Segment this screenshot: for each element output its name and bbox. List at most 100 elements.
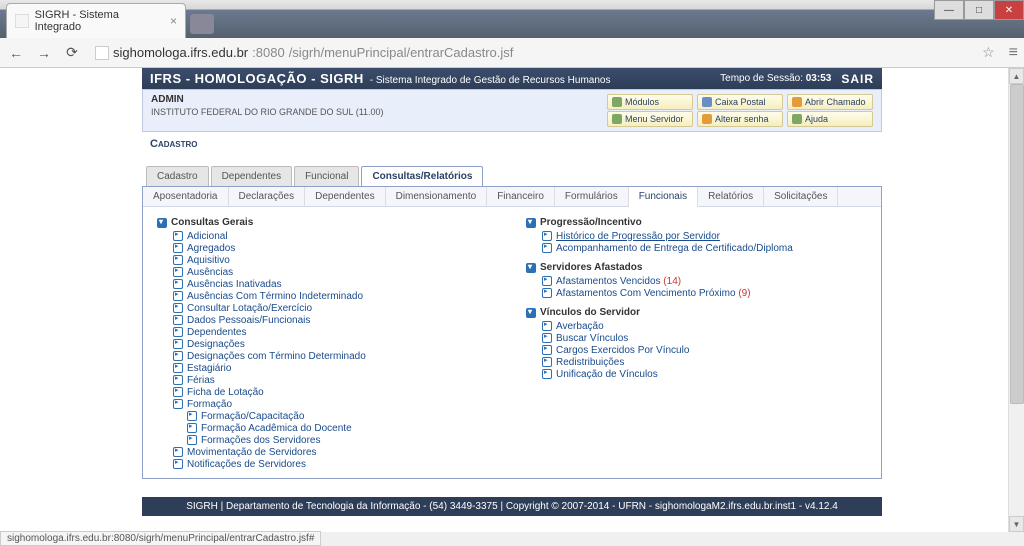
stab-declaracoes[interactable]: Declarações [229,187,306,206]
url-path: /sigrh/menuPrincipal/entrarCadastro.jsf [289,45,514,60]
stab-aposentadoria[interactable]: Aposentadoria [143,187,229,206]
stab-dimensionamento[interactable]: Dimensionamento [386,187,488,206]
tab-consultas-relatorios[interactable]: Consultas/Relatórios [361,166,483,186]
back-icon[interactable]: ← [6,43,26,63]
link-item[interactable]: Buscar Vínculos [556,333,628,344]
ql-modulos[interactable]: Módulos [607,94,693,110]
user-name: ADMIN [151,94,184,105]
app-subtitle: - Sistema Integrado de Gestão de Recurso… [370,75,611,86]
window-minimize[interactable]: — [934,0,964,20]
link-item[interactable]: Ausências [187,267,233,278]
ql-ajuda[interactable]: Ajuda [787,111,873,127]
link-item[interactable]: Acompanhamento de Entrega de Certificado… [556,243,793,254]
item-icon [173,327,183,337]
user-org: INSTITUTO FEDERAL DO RIO GRANDE DO SUL (… [151,107,384,117]
count-badge: (14) [663,276,681,287]
item-icon [542,345,552,355]
reload-icon[interactable]: ⟳ [62,43,82,63]
tab-dependentes[interactable]: Dependentes [211,166,293,186]
link-item[interactable]: Dados Pessoais/Funcionais [187,315,310,326]
expand-icon [526,263,536,273]
link-item[interactable]: Ausências Com Término Indeterminado [187,291,363,302]
stab-relatorios[interactable]: Relatórios [698,187,764,206]
stab-financeiro[interactable]: Financeiro [487,187,555,206]
section-vinculos: Vínculos do Servidor [526,307,867,318]
menu-icon[interactable]: ≡ [1009,44,1018,62]
link-item[interactable]: Redistribuições [556,357,624,368]
close-icon[interactable]: × [170,14,177,28]
app-title: IFRS - HOMOLOGAÇÃO - SIGRH [150,71,364,86]
window-close[interactable]: ✕ [994,0,1024,20]
link-item[interactable]: Designações [187,339,245,350]
link-item[interactable]: Cargos Exercidos Por Vínculo [556,345,689,356]
link-item[interactable]: Formação/Capacitação [201,411,304,422]
link-item[interactable]: Formações dos Servidores [201,435,321,446]
link-afastamentos-proximo[interactable]: Afastamentos Com Vencimento Próximo (9) [556,288,751,299]
link-formacao[interactable]: Formação [187,399,232,410]
item-icon [173,267,183,277]
item-icon [173,255,183,265]
scroll-down-icon[interactable]: ▼ [1009,516,1024,532]
tab-funcional[interactable]: Funcional [294,166,359,186]
link-item[interactable]: Aquisitivo [187,255,230,266]
logout-button[interactable]: SAIR [841,72,874,86]
link-item[interactable]: Formação Acadêmica do Docente [201,423,352,434]
favicon-icon [15,14,29,28]
link-item[interactable]: Adicional [187,231,228,242]
link-item[interactable]: Designações com Término Determinado [187,351,366,362]
stab-funcionais[interactable]: Funcionais [629,187,698,207]
scrollbar[interactable]: ▲ ▼ [1008,68,1024,532]
ql-menu-servidor[interactable]: Menu Servidor [607,111,693,127]
right-column: Progressão/Incentivo Histórico de Progre… [526,215,867,470]
forward-icon[interactable]: → [34,43,54,63]
item-icon [542,243,552,253]
quick-links: Módulos Caixa Postal Abrir Chamado Menu … [607,94,873,127]
link-item[interactable]: Consultar Lotação/Exercício [187,303,312,314]
stab-formularios[interactable]: Formulários [555,187,629,206]
link-item[interactable]: Ficha de Lotação [187,387,264,398]
session-label: Tempo de Sessão: [720,73,803,84]
scroll-up-icon[interactable]: ▲ [1009,68,1024,84]
link-item[interactable]: Unificação de Vínculos [556,369,658,380]
link-item[interactable]: Dependentes [187,327,247,338]
link-item[interactable]: Averbação [556,321,604,332]
server-icon [612,114,622,124]
user-info-row: ADMIN INSTITUTO FEDERAL DO RIO GRANDE DO… [142,89,882,132]
link-movimentacao[interactable]: Movimentação de Servidores [187,447,317,458]
expand-icon [526,218,536,228]
section-afastados: Servidores Afastados [526,262,867,273]
link-afastamentos-vencidos[interactable]: Afastamentos Vencidos (14) [556,276,681,287]
link-item[interactable]: Agregados [187,243,235,254]
subtabs: Aposentadoria Declarações Dependentes Di… [143,187,881,207]
item-icon [187,411,197,421]
stab-dependentes[interactable]: Dependentes [305,187,386,206]
link-notificacoes[interactable]: Notificações de Servidores [187,459,306,470]
stab-solicitacoes[interactable]: Solicitações [764,187,838,206]
section-progressao: Progressão/Incentivo [526,217,867,228]
item-icon [542,321,552,331]
count-badge: (9) [738,288,750,299]
left-column: Consultas Gerais AdicionalAgregadosAquis… [157,215,498,470]
tab-cadastro[interactable]: Cadastro [146,166,209,186]
bookmark-icon[interactable]: ☆ [982,44,995,61]
ql-caixa-postal[interactable]: Caixa Postal [697,94,783,110]
link-item[interactable]: Estagiário [187,363,231,374]
main-tabs: Cadastro Dependentes Funcional Consultas… [142,166,882,186]
link-item[interactable]: Férias [187,375,215,386]
item-icon [173,303,183,313]
scroll-thumb[interactable] [1010,84,1024,404]
help-icon [792,114,802,124]
window-maximize[interactable]: □ [964,0,994,20]
key-icon [702,114,712,124]
item-icon [173,459,183,469]
item-icon [173,447,183,457]
new-tab-button[interactable] [190,14,214,34]
url-bar[interactable]: sighomologa.ifrs.edu.br:8080/sigrh/menuP… [90,42,974,63]
browser-tab[interactable]: SIGRH - Sistema Integrado × [6,3,186,38]
ql-alterar-senha[interactable]: Alterar senha [697,111,783,127]
item-icon [173,387,183,397]
link-item[interactable]: Ausências Inativadas [187,279,282,290]
section-consultas-gerais: Consultas Gerais [157,217,498,228]
ql-abrir-chamado[interactable]: Abrir Chamado [787,94,873,110]
link-item[interactable]: Histórico de Progressão por Servidor [556,231,720,242]
